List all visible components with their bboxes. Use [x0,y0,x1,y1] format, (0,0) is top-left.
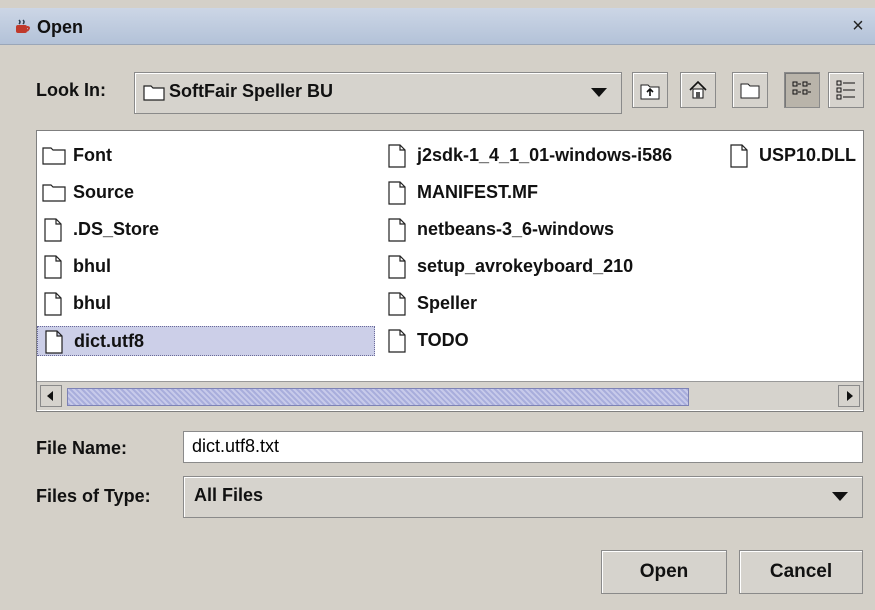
list-item[interactable]: MANIFEST.MF [381,178,721,206]
file-name: bhul [73,293,111,313]
list-item[interactable]: bhul [37,289,377,317]
scroll-thumb[interactable] [67,388,689,406]
folder-icon [42,184,66,202]
file-icon [44,218,62,242]
list-item[interactable]: j2sdk-1_4_1_01-windows-i586 [381,141,721,169]
file-name: bhul [73,256,111,276]
file-list[interactable]: Font Source .DS_Store bhul bhul dict.utf… [36,130,864,412]
file-name-input[interactable] [184,432,860,460]
file-icon [388,218,406,242]
list-item[interactable]: setup_avrokeyboard_210 [381,252,721,280]
horizontal-scrollbar[interactable] [37,381,863,410]
look-in-combo[interactable]: SoftFair Speller BU [134,72,622,114]
files-of-type-combo[interactable]: All Files [183,476,863,518]
look-in-label: Look In: [36,80,106,100]
list-item[interactable]: .DS_Store [37,215,377,243]
new-folder-icon [740,83,760,99]
cancel-button[interactable]: Cancel [739,550,863,594]
file-icon [44,292,62,316]
file-name: netbeans-3_6-windows [417,219,615,239]
list-item[interactable]: bhul [37,252,377,280]
files-of-type-label: Files of Type: [36,486,151,506]
scroll-right-button[interactable] [838,385,860,407]
open-dialog: Open × Look In: SoftFair Speller BU Font… [0,0,875,610]
arrow-left-icon [47,391,53,401]
list-item[interactable]: Font [37,141,377,169]
list-view-button[interactable] [784,72,820,108]
up-one-level-icon [640,84,660,100]
scroll-left-button[interactable] [40,385,62,407]
file-icon [388,144,406,168]
chevron-down-icon [591,88,607,97]
file-name-label: File Name: [36,438,128,458]
file-name: .DS_Store [73,219,160,239]
close-button[interactable]: × [847,16,869,38]
list-item[interactable]: Source [37,178,377,206]
title-bar[interactable]: Open × [0,8,875,45]
dialog-title: Open [37,17,84,37]
details-view-button[interactable] [828,72,864,108]
files-of-type-value: All Files [194,485,264,505]
file-name-field[interactable] [183,431,863,463]
file-name: TODO [417,330,469,350]
details-view-icon [836,80,855,100]
list-item[interactable]: Speller [381,289,721,317]
file-icon [45,330,63,354]
file-icon [388,255,406,279]
file-name: USP10.DLL [759,145,857,165]
home-button[interactable] [680,72,716,108]
up-one-level-button[interactable] [632,72,668,108]
list-item[interactable]: netbeans-3_6-windows [381,215,721,243]
file-icon [730,144,748,168]
list-view-icon [792,81,811,95]
file-name: j2sdk-1_4_1_01-windows-i586 [417,145,673,165]
chevron-down-icon [832,492,848,501]
file-icon [388,181,406,205]
file-name: setup_avrokeyboard_210 [417,256,634,276]
folder-icon [42,147,66,165]
file-name: Source [73,182,135,202]
look-in-value: SoftFair Speller BU [169,81,334,101]
file-name: dict.utf8 [74,331,144,351]
file-icon [388,329,406,353]
home-icon [689,80,707,99]
file-icon [44,255,62,279]
java-coffee-cup-icon [16,19,30,33]
folder-icon [143,85,165,101]
list-item[interactable]: TODO [381,326,721,354]
file-name: Font [73,145,112,165]
close-icon: × [852,15,864,37]
file-name: Speller [417,293,478,313]
arrow-right-icon [847,391,853,401]
new-folder-button[interactable] [732,72,768,108]
list-item-selected[interactable]: dict.utf8 [37,326,375,356]
file-icon [388,292,406,316]
file-name: MANIFEST.MF [417,182,538,202]
open-button[interactable]: Open [601,550,727,594]
list-item[interactable]: USP10.DLL [723,141,863,169]
